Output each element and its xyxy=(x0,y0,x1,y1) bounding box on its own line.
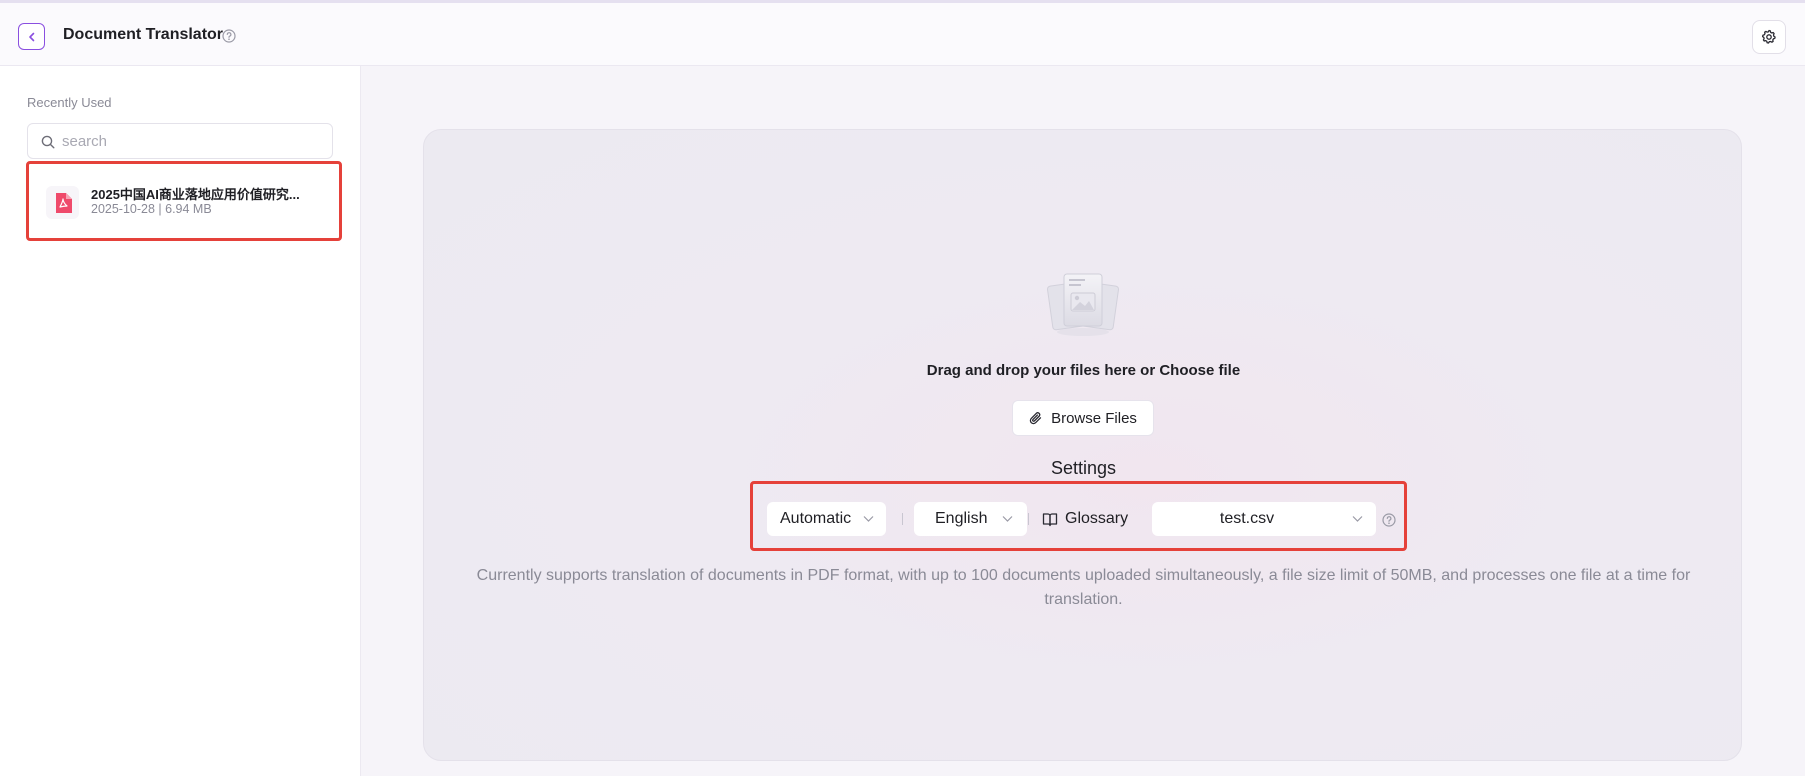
file-meta: 2025-10-28 | 6.94 MB xyxy=(91,202,212,216)
translation-settings-row: Automatic English Glossary test.csv xyxy=(750,481,1407,551)
pdf-file-icon xyxy=(46,186,79,219)
help-icon[interactable] xyxy=(222,29,236,48)
sidebar: Recently Used 2025中国AI商业落地应用价值研究... 2025… xyxy=(0,66,361,776)
recent-file-item[interactable]: 2025中国AI商业落地应用价值研究... 2025-10-28 | 6.94 … xyxy=(26,161,342,241)
gear-icon xyxy=(1761,29,1776,44)
search-input[interactable] xyxy=(62,124,322,158)
back-button[interactable] xyxy=(18,23,45,50)
support-note: Currently supports translation of docume… xyxy=(476,567,1691,608)
settings-button[interactable] xyxy=(1752,20,1786,54)
browse-files-button[interactable]: Browse Files xyxy=(1012,400,1154,436)
file-name: 2025中国AI商业落地应用价值研究... xyxy=(91,187,300,202)
upload-dropzone[interactable]: Drag and drop your files here or Choose … xyxy=(423,129,1742,761)
source-language-value: Automatic xyxy=(780,510,852,527)
paperclip-icon xyxy=(1029,411,1042,424)
top-bar: Document Translator xyxy=(0,0,1805,66)
recently-used-label: Recently Used xyxy=(27,95,112,110)
divider xyxy=(1028,513,1029,525)
glossary-file-value: test.csv xyxy=(1219,510,1275,527)
drop-instructions: Drag and drop your files here or Choose … xyxy=(926,362,1241,379)
glossary-toggle[interactable]: Glossary xyxy=(1042,510,1128,528)
divider xyxy=(902,513,903,525)
documents-illustration-icon xyxy=(1046,273,1120,336)
chevron-down-icon xyxy=(1002,516,1013,522)
source-language-select[interactable]: Automatic xyxy=(767,502,886,536)
chevron-down-icon xyxy=(863,516,874,522)
settings-title: Settings xyxy=(1050,458,1117,478)
browse-files-label: Browse Files xyxy=(1051,409,1137,427)
book-icon xyxy=(1042,512,1058,526)
chevron-left-icon xyxy=(28,32,34,41)
search-field[interactable] xyxy=(27,123,333,159)
target-language-value: English xyxy=(935,510,988,527)
search-icon xyxy=(41,135,55,149)
glossary-file-select[interactable]: test.csv xyxy=(1152,502,1376,536)
glossary-label: Glossary xyxy=(1065,510,1129,527)
page-title: Document Translator xyxy=(63,26,224,43)
target-language-select[interactable]: English xyxy=(914,502,1027,536)
help-icon[interactable] xyxy=(1382,513,1396,532)
chevron-down-icon xyxy=(1352,516,1363,522)
